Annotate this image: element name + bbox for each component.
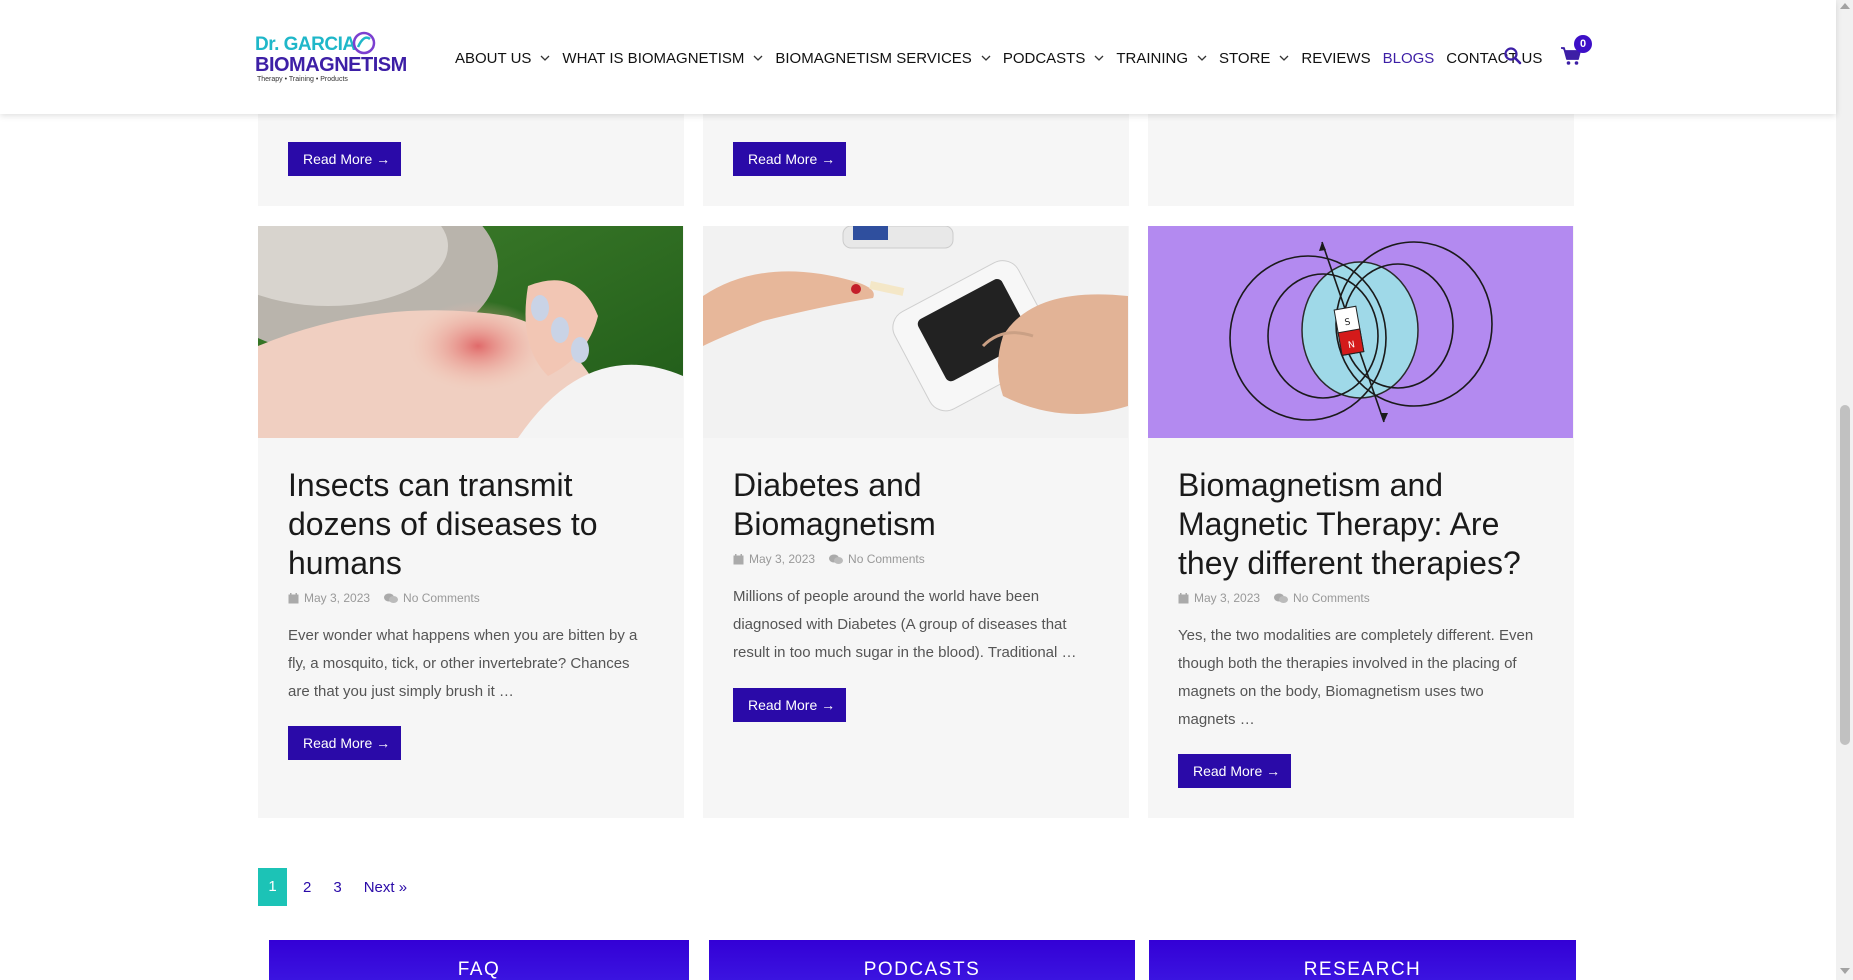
post-meta: May 3, 2023 No Comments [288, 591, 480, 605]
nav-label: WHAT IS BIOMAGNETISM [562, 49, 745, 67]
post-date: May 3, 2023 [1194, 591, 1261, 605]
faq-tile[interactable]: FAQ [269, 940, 689, 980]
nav-contact-us[interactable]: CONTACT US [1446, 50, 1542, 67]
post-thumbnail-magnetic-therapy[interactable]: S N [1148, 226, 1573, 438]
nav-label: REVIEWS [1301, 49, 1371, 67]
nav-about-us[interactable]: ABOUT US [455, 50, 550, 67]
post-card: Insects can transmit dozens of diseases … [258, 226, 684, 818]
read-more-button[interactable]: Read More → [288, 726, 401, 760]
main-nav: ABOUT US WHAT IS BIOMAGNETISM BIOMAGNETI… [455, 48, 1554, 68]
post-excerpt: Millions of people around the world have… [733, 588, 1077, 661]
neck-rash-image [258, 226, 683, 438]
post-excerpt: Yes, the two modalities are completely d… [1178, 627, 1534, 728]
nav-label: TRAINING [1116, 49, 1188, 67]
chevron-down-icon [753, 55, 763, 61]
post-excerpt: Ever wonder what happens when you are bi… [288, 627, 638, 700]
site-logo[interactable]: Dr. GARCIA BIOMAGNETISM Therapy • Traini… [255, 30, 407, 84]
post-thumbnail-diabetes[interactable] [703, 226, 1128, 438]
chevron-down-icon [1197, 55, 1207, 61]
post-card: S N Biomagnetism and Magnetic Therapy: A… [1148, 226, 1574, 818]
nav-training[interactable]: TRAINING [1116, 50, 1207, 67]
page-current: 1 [258, 868, 287, 906]
post-date: May 3, 2023 [749, 552, 816, 566]
nav-reviews[interactable]: REVIEWS [1301, 50, 1370, 67]
post-date: May 3, 2023 [304, 591, 371, 605]
next-page-link[interactable]: Next » [364, 879, 407, 896]
read-more-button[interactable]: Read More → [733, 688, 846, 722]
nav-label: PODCASTS [1002, 49, 1086, 67]
post-title[interactable]: Diabetes and Biomagnetism [733, 466, 1103, 544]
nav-label: CONTACT US [1446, 49, 1543, 67]
post-card: Diabetes and Biomagnetism May 3, 2023 No… [703, 226, 1129, 818]
nav-what-is-biomagnetism[interactable]: WHAT IS BIOMAGNETISM [562, 50, 763, 67]
post-meta: May 3, 2023 No Comments [1178, 591, 1370, 605]
cart-count-badge: 0 [1574, 35, 1592, 53]
nav-store[interactable]: STORE [1219, 50, 1289, 67]
logo-tagline: Therapy • Training • Products [257, 76, 348, 83]
scroll-up-arrow-icon[interactable] [1840, 3, 1850, 9]
nav-biomagnetism-services[interactable]: BIOMAGNETISM SERVICES [775, 49, 991, 67]
magnetic-field-image: S N [1148, 226, 1573, 438]
chevron-down-icon [981, 55, 991, 61]
comments-icon [1274, 593, 1289, 603]
chevron-down-icon [540, 55, 550, 61]
read-more-button[interactable]: Read More → [288, 142, 401, 176]
post-card-top-1: Read More → [258, 100, 684, 206]
calendar-icon [1178, 592, 1189, 603]
glucose-meter-image [703, 226, 1128, 438]
logo-text-name: Dr. GARCIA [255, 34, 356, 55]
calendar-icon [288, 592, 299, 603]
nav-label: BIOMAGNETISM SERVICES [775, 49, 972, 67]
calendar-icon [733, 553, 744, 564]
post-comments-link[interactable]: No Comments [403, 591, 480, 605]
page-scrollbar[interactable] [1836, 0, 1853, 980]
post-title[interactable]: Biomagnetism and Magnetic Therapy: Are t… [1178, 466, 1548, 583]
podcasts-tile[interactable]: PODCASTS [709, 940, 1135, 980]
blog-page: Read More → Read More → Dr. GARCIA BIOMA… [0, 0, 1853, 980]
page-link-2[interactable]: 2 [303, 879, 311, 896]
logo-text-brand: BIOMAGNETISM [255, 54, 407, 76]
read-more-button[interactable]: Read More → [733, 142, 846, 176]
post-comments-link[interactable]: No Comments [1293, 591, 1370, 605]
logo-swirl-icon [352, 31, 376, 55]
chevron-down-icon [1094, 55, 1104, 61]
nav-label: STORE [1219, 49, 1271, 67]
nav-podcasts[interactable]: PODCASTS [1003, 50, 1105, 67]
nav-blogs[interactable]: BLOGS [1383, 50, 1435, 67]
post-comments-link[interactable]: No Comments [848, 552, 925, 566]
site-header: Dr. GARCIA BIOMAGNETISM Therapy • Traini… [0, 0, 1836, 114]
page-link-3[interactable]: 3 [333, 879, 341, 896]
scroll-down-arrow-icon[interactable] [1840, 968, 1850, 974]
pagination: 1 2 3 Next » [258, 868, 429, 906]
scrollbar-thumb[interactable] [1840, 405, 1850, 745]
nav-label: BLOGS [1382, 49, 1435, 67]
search-icon[interactable] [1503, 46, 1523, 66]
post-card-top-3 [1148, 100, 1574, 206]
read-more-button[interactable]: Read More → [1178, 754, 1291, 788]
post-meta: May 3, 2023 No Comments [733, 552, 925, 566]
comments-icon [384, 593, 399, 603]
post-card-top-2: Read More → [703, 100, 1129, 206]
research-tile[interactable]: RESEARCH [1149, 940, 1576, 980]
post-thumbnail-insect-bite[interactable] [258, 226, 683, 438]
post-title[interactable]: Insects can transmit dozens of diseases … [288, 466, 658, 583]
nav-label: ABOUT US [455, 49, 532, 67]
chevron-down-icon [1279, 55, 1289, 61]
comments-icon [829, 554, 844, 564]
